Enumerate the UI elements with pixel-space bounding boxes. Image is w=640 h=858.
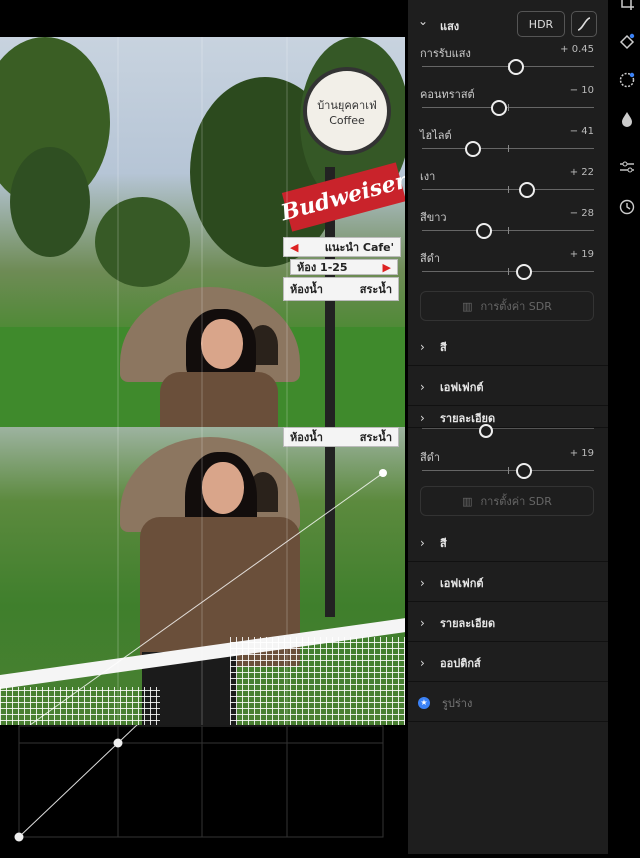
slider-knob[interactable] [516,264,533,280]
section-optics[interactable]: › ออปติกส์ [408,644,608,682]
arrow-left-icon: ◀ [290,240,299,254]
slider-row[interactable]: คอนทราสต์ − 10 [420,85,596,125]
history-icon[interactable] [618,198,636,216]
curve-point-low[interactable] [14,832,24,842]
section-color[interactable]: › สี [408,328,608,366]
chevron-right-icon: › [420,410,425,425]
photo-preview[interactable]: บ้านยุคคาเฟ่ Coffee Budweiser ◀ แนะนำ Caf… [0,37,405,725]
tool-rail [612,0,640,854]
slider-value: + 22 [569,167,594,178]
person-shirt [160,372,278,427]
slider-center-tick [508,268,509,275]
slider-knob[interactable] [518,182,535,198]
slider-knob[interactable] [507,59,524,75]
section-color-2[interactable]: › สี [408,524,608,562]
chevron-right-icon: › [420,655,425,670]
curve-graph[interactable] [0,702,405,854]
slider-center-tick [508,104,509,111]
chevron-right-icon: › [420,379,425,394]
curve-editor[interactable] [0,702,405,854]
slider-value: − 28 [569,208,594,219]
fence-mesh [230,637,405,725]
section-detail-partial[interactable]: › รายละเอียด [408,408,608,428]
top-bar [0,0,405,37]
droplet-icon[interactable] [618,110,636,128]
person-face [201,319,243,369]
curve-icon [577,17,591,31]
adjust-sliders-icon[interactable] [618,158,636,176]
tree [95,197,190,287]
curve-point-mid[interactable] [113,738,123,748]
slider-row[interactable]: การรับแสง + 0.45 [420,44,596,84]
sign-pole [325,437,335,617]
crop-icon[interactable] [618,0,636,12]
slider-knob[interactable] [464,141,481,157]
chevron-right-icon: › [420,615,425,630]
slider-row[interactable]: สีขาว − 28 [420,208,596,248]
slider-row[interactable]: ไฮไลต์ − 41 [420,126,596,166]
section-effects[interactable]: › เอฟเฟกต์ [408,368,608,406]
direction-sign-rooms: ห้อง 1-25 ▶ [290,259,398,275]
histogram-icon: ▥ [462,299,473,313]
light-section-label: แสง [440,20,460,33]
slider-value: + 0.45 [560,44,594,55]
person-face [202,462,244,514]
slider-blacks-dup[interactable]: สีดำ + 19 [420,448,596,488]
slider-label: สีดำ [420,252,441,265]
slider-value: − 41 [569,126,594,137]
fence-mesh [0,687,160,725]
slider-label: ไฮไลต์ [420,129,452,142]
cafe-sign: บ้านยุคคาเฟ่ Coffee [303,67,391,155]
slider-knob[interactable] [491,100,508,116]
partial-knob [479,424,493,438]
direction-sign-restroom-lower: ห้องน้ำ สระน้ำ [283,427,399,447]
chevron-right-icon: › [420,575,425,590]
slider-value: + 19 [569,249,594,260]
section-geometry[interactable]: ★ รูปร่าง [408,684,608,722]
star-badge-icon: ★ [418,696,430,709]
chevron-right-icon: › [420,339,425,354]
slider-knob[interactable] [516,463,533,479]
healing-icon[interactable] [618,32,636,50]
masking-icon[interactable] [618,71,636,89]
direction-sign-cafe: ◀ แนะนำ Cafe' [283,237,401,257]
tone-curve-button[interactable] [571,11,597,37]
slider-row[interactable]: สีดำ + 19 [420,249,596,289]
slider-center-tick [508,186,509,193]
section-detail[interactable]: › รายละเอียด [408,604,608,642]
slider-partial-knob [422,428,594,429]
slider-knob[interactable] [475,223,492,239]
sdr-settings-button[interactable]: ▥ การตั้งค่า SDR [420,291,594,321]
slider-row[interactable]: เงา + 22 [420,167,596,207]
slider-label: เงา [420,170,436,183]
arrow-right-icon: ▶ [382,260,391,274]
section-effects-2[interactable]: › เอฟเฟกต์ [408,564,608,602]
slider-center-tick [508,227,509,234]
photo-upper: บ้านยุคคาเฟ่ Coffee Budweiser ◀ แนะนำ Caf… [0,37,405,427]
slider-label: การรับแสง [420,47,471,60]
photo-lower: ห้องน้ำ สระน้ำ [0,427,405,725]
chevron-down-icon: ⌄ [418,14,429,28]
direction-sign-restroom: ห้องน้ำ สระน้ำ [283,277,399,301]
slider-center-tick [508,145,509,152]
sdr-settings-button-2[interactable]: ▥ การตั้งค่า SDR [420,486,594,516]
slider-label: คอนทราสต์ [420,88,475,101]
slider-value: − 10 [569,85,594,96]
chevron-right-icon: › [420,535,425,550]
hdr-button[interactable]: HDR [517,11,565,37]
tree [10,147,90,257]
slider-label: สีขาว [420,211,447,224]
histogram-icon: ▥ [462,494,473,508]
